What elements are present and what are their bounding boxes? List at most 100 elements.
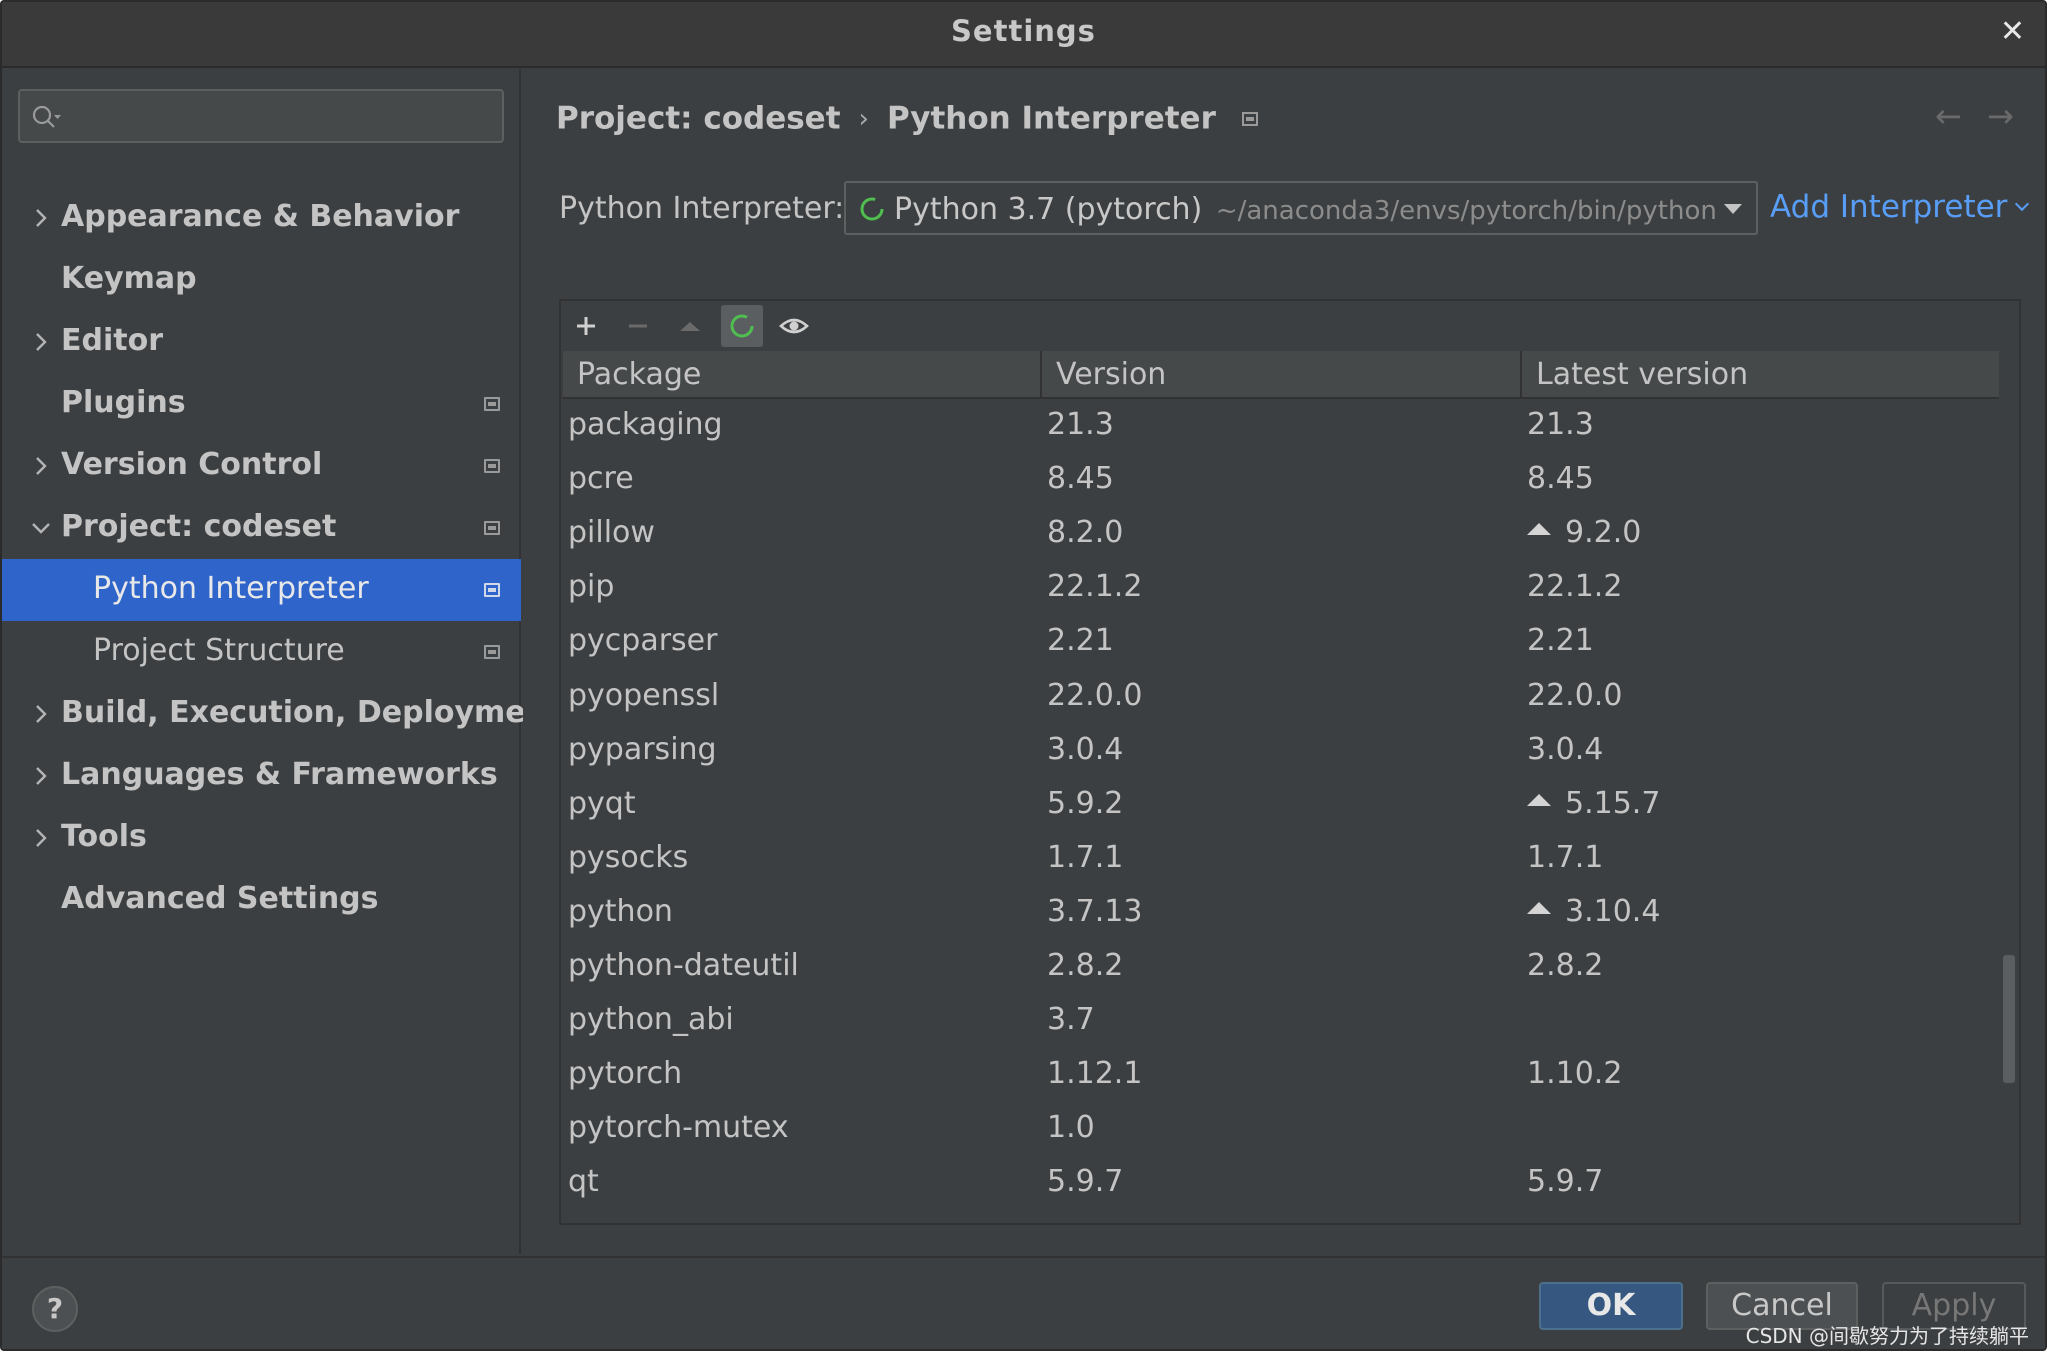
breadcrumb-page: Python Interpreter [886,100,1216,137]
package-latest-version: 21.3 [1527,407,1594,442]
package-name: pillow [568,515,655,550]
chevron-right-icon[interactable] [30,329,52,355]
show-early-releases-button[interactable] [773,305,815,347]
upgrade-available-icon [1527,523,1551,535]
sidebar-item-python-interpreter[interactable]: Python Interpreter [2,559,521,621]
sidebar-item-label: Project: codeset [61,509,337,544]
chevron-right-icon[interactable] [30,453,52,479]
table-row[interactable]: pycparser 2.21 2.21 [561,617,1997,671]
package-name: pytorch-mutex [568,1110,789,1145]
latest-version-text: 5.9.7 [1527,1164,1604,1199]
package-version: 3.7.13 [1047,894,1143,929]
sidebar-item-languages-frameworks[interactable]: Languages & Frameworks [2,745,521,807]
latest-version-text: 1.10.2 [1527,1056,1623,1091]
interpreter-select[interactable]: Python 3.7 (pytorch) ~/anaconda3/envs/py… [844,181,1758,235]
package-latest-version: 3.10.4 [1527,894,1660,929]
sidebar-item-label: Build, Execution, Deployment [61,695,562,730]
table-row[interactable]: pytorch-mutex 1.0 [561,1104,1997,1158]
upgrade-icon [680,322,700,331]
table-row[interactable]: packaging 21.3 21.3 [561,401,1997,455]
project-scope-icon [484,583,500,597]
chevron-right-icon[interactable] [30,205,52,231]
package-version: 2.21 [1047,623,1114,658]
package-name: pysocks [568,840,689,875]
table-row[interactable]: pillow 8.2.0 9.2.0 [561,509,1997,563]
sidebar-item-version-control[interactable]: Version Control [2,435,521,497]
content-pane: Project: codeset › Python Interpreter ← → … [523,69,2045,1254]
search-input[interactable] [74,97,494,135]
package-version: 1.12.1 [1047,1056,1143,1091]
chevron-right-icon[interactable] [30,763,52,789]
table-row[interactable]: pyopenssl 22.0.0 22.0.0 [561,672,1997,726]
packages-toolbar [561,301,2019,351]
chevron-right-icon[interactable] [30,825,52,851]
sidebar-item-plugins[interactable]: Plugins [2,373,521,435]
install-package-button[interactable] [565,305,607,347]
interpreter-path: ~/anaconda3/envs/pytorch/bin/python [1215,196,1717,226]
sidebar-item-project-structure[interactable]: Project Structure [2,621,521,683]
table-row[interactable]: pcre 8.45 8.45 [561,455,1997,509]
latest-version-text: 22.1.2 [1527,569,1623,604]
uninstall-package-button[interactable] [617,305,659,347]
sidebar-item-appearance-behavior[interactable]: Appearance & Behavior [2,187,521,249]
help-button[interactable]: ? [32,1286,78,1332]
settings-search[interactable] [18,89,504,143]
sidebar-item-editor[interactable]: Editor [2,311,521,373]
package-version: 3.0.4 [1047,732,1124,767]
settings-dialog: Settings ✕ Appearance & Behavior Keymap Ed… [0,0,2047,1351]
sidebar-item-project-codeset[interactable]: Project: codeset [2,497,521,559]
watermark-text: CSDN @间歇努力为了持续躺平 [1745,1324,2029,1348]
table-row[interactable]: pip 22.1.2 22.1.2 [561,563,1997,617]
table-row[interactable]: python-dateutil 2.8.2 2.8.2 [561,942,1997,996]
forward-arrow-icon[interactable]: → [1987,97,2014,135]
table-row[interactable]: python 3.7.13 3.10.4 [561,888,1997,942]
table-row[interactable]: pytorch 1.12.1 1.10.2 [561,1050,1997,1104]
package-name: pyopenssl [568,678,720,713]
table-row[interactable]: python_abi 3.7 [561,996,1997,1050]
table-scrollbar[interactable] [2003,955,2015,1083]
upgrade-package-button[interactable] [669,305,711,347]
sidebar-item-label: Keymap [61,261,197,296]
latest-version-text: 5.15.7 [1565,786,1661,821]
package-version: 5.9.2 [1047,786,1124,821]
table-row[interactable]: pyparsing 3.0.4 3.0.4 [561,726,1997,780]
project-scope-icon [484,645,500,659]
back-arrow-icon[interactable]: ← [1935,97,1962,135]
search-icon [30,103,64,137]
chevron-right-icon[interactable] [30,701,52,727]
column-header-package[interactable]: Package [563,351,1042,399]
sidebar-item-build-execution-deployment[interactable]: Build, Execution, Deployment [2,683,561,745]
add-interpreter-link[interactable]: Add Interpreter [1770,189,2030,225]
breadcrumb-separator: › [858,103,869,134]
ok-button[interactable]: OK [1539,1282,1683,1330]
sidebar-item-advanced-settings[interactable]: Advanced Settings [2,869,521,931]
package-version: 1.7.1 [1047,840,1124,875]
table-row[interactable]: pyqt 5.9.2 5.15.7 [561,780,1997,834]
sidebar-item-label: Languages & Frameworks [61,757,498,792]
refresh-icon [730,314,754,338]
package-name: python_abi [568,1002,734,1037]
window-title: Settings [951,14,1096,48]
project-scope-icon [484,521,500,535]
package-version: 8.45 [1047,461,1114,496]
package-name: python-dateutil [568,948,799,983]
column-header-latest-version[interactable]: Latest version [1522,351,1999,399]
chevron-down-icon[interactable] [30,515,52,541]
table-row[interactable]: qt 5.9.7 5.9.7 [561,1158,1997,1212]
column-header-version[interactable]: Version [1042,351,1522,399]
latest-version-text: 3.0.4 [1527,732,1604,767]
sidebar-item-label: Advanced Settings [61,881,379,916]
sidebar-item-keymap[interactable]: Keymap [2,249,521,311]
close-icon[interactable]: ✕ [2000,14,2025,49]
package-latest-version: 9.2.0 [1527,515,1641,550]
package-latest-version: 5.9.7 [1527,1164,1603,1199]
package-version: 22.0.0 [1047,678,1143,713]
sidebar-item-tools[interactable]: Tools [2,807,521,869]
table-row[interactable]: pysocks 1.7.1 1.7.1 [561,834,1997,888]
chevron-down-icon[interactable] [1724,204,1742,214]
packages-table-header: Package Version Latest version [563,351,1999,399]
package-latest-version: 1.10.2 [1527,1056,1622,1091]
breadcrumb-project[interactable]: Project: codeset [556,101,841,137]
add-interpreter-label: Add Interpreter [1770,189,2008,225]
refresh-packages-button[interactable] [721,305,763,347]
